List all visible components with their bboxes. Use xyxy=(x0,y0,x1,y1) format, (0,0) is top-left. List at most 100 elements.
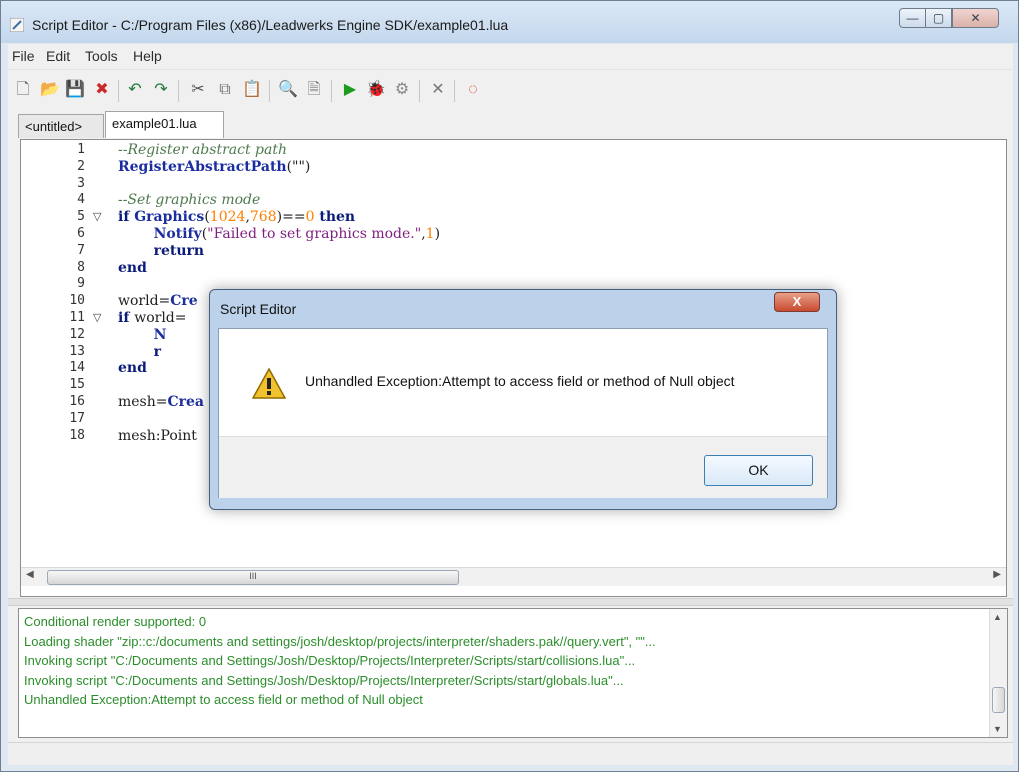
document-tabs: <untitled> example01.lua xyxy=(8,110,1013,139)
maximize-button[interactable]: ▢ xyxy=(925,8,952,28)
help-icon[interactable]: ◌ xyxy=(463,80,483,100)
close-tool-icon[interactable]: ✕ xyxy=(428,80,448,100)
line-number: 12 xyxy=(69,326,85,342)
cut-icon[interactable]: ✂ xyxy=(188,80,208,100)
scroll-up-icon[interactable]: ▲ xyxy=(993,612,1002,622)
code-token: "Failed to set graphics mode." xyxy=(207,226,422,242)
horizontal-scrollbar[interactable]: ◀ III ▶ xyxy=(21,567,1006,586)
code-token: return xyxy=(153,242,205,259)
panel-splitter[interactable] xyxy=(8,598,1013,606)
code-token: N xyxy=(153,326,167,343)
code-token: end xyxy=(118,360,147,377)
settings-icon[interactable]: ⚙ xyxy=(392,80,412,100)
menu-tools[interactable]: Tools xyxy=(85,48,118,64)
code-token: 1 xyxy=(425,226,435,242)
code-token: Crea xyxy=(167,394,205,410)
undo-icon[interactable]: ↶ xyxy=(125,80,145,100)
dialog-close-button[interactable]: X xyxy=(774,292,820,312)
save-icon[interactable]: 💾 xyxy=(65,80,85,100)
code-line: world=Cre xyxy=(118,293,198,309)
warning-icon xyxy=(252,367,286,399)
scroll-right-icon[interactable]: ▶ xyxy=(993,569,1001,580)
line-number: 3 xyxy=(77,175,85,191)
redo-icon[interactable]: ↷ xyxy=(151,80,171,100)
code-token: ) xyxy=(434,226,441,242)
code-token: end xyxy=(118,259,147,276)
line-number: 18 xyxy=(69,427,85,443)
minimize-button[interactable]: — xyxy=(899,8,926,28)
dialog-message: Unhandled Exception:Attempt to access fi… xyxy=(305,373,735,389)
code-line: --Set graphics mode xyxy=(118,192,260,208)
code-token: r xyxy=(153,343,161,360)
code-token: world= xyxy=(134,310,187,326)
maximize-icon: ▢ xyxy=(932,11,945,25)
code-token: mesh= xyxy=(118,394,168,410)
code-line: if Graphics(1024,768)==0 then xyxy=(118,209,355,225)
line-number: 5 xyxy=(77,209,85,225)
tab-label: <untitled> xyxy=(25,119,83,134)
fold-toggle-icon[interactable]: ▽ xyxy=(93,210,101,223)
error-dialog: Script Editor X Unhandled Exception:Atte… xyxy=(209,289,837,510)
line-number: 7 xyxy=(77,242,85,258)
dialog-title: Script Editor xyxy=(220,301,297,317)
run-icon[interactable]: ▶ xyxy=(340,80,360,100)
goto-icon[interactable]: 🗎 xyxy=(304,80,324,100)
scroll-down-icon[interactable]: ▼ xyxy=(993,724,1002,734)
debug-icon[interactable]: 🐞 xyxy=(366,80,386,100)
line-number: 2 xyxy=(77,158,85,174)
line-number: 8 xyxy=(77,259,85,275)
line-number: 4 xyxy=(77,192,85,208)
menu-edit[interactable]: Edit xyxy=(46,48,70,64)
vertical-scroll-thumb[interactable] xyxy=(992,687,1005,713)
close-window-button[interactable]: ✕ xyxy=(952,8,999,28)
copy-icon[interactable]: ⧉ xyxy=(215,80,235,100)
output-console[interactable]: Conditional render supported: 0 Loading s… xyxy=(18,608,1008,738)
vertical-scrollbar[interactable]: ▲ ▼ xyxy=(989,609,1007,737)
new-file-icon[interactable]: 🗋 xyxy=(13,80,33,100)
code-line: RegisterAbstractPath("") xyxy=(118,159,310,175)
code-token: RegisterAbstractPath xyxy=(118,158,287,175)
code-token: 768 xyxy=(249,209,277,226)
minimize-icon: — xyxy=(906,11,919,25)
scroll-left-icon[interactable]: ◀ xyxy=(26,569,34,580)
dialog-body: Unhandled Exception:Attempt to access fi… xyxy=(218,328,828,498)
code-token: mesh:Point xyxy=(118,427,197,444)
script-editor-app-icon xyxy=(10,18,24,32)
tab-example01[interactable]: example01.lua xyxy=(105,111,224,138)
horizontal-scroll-thumb[interactable]: III xyxy=(47,570,459,585)
window-title: Script Editor - C:/Program Files (x86)/L… xyxy=(32,17,509,33)
dialog-footer: OK xyxy=(219,436,827,498)
code-line: end xyxy=(118,260,147,276)
line-number: 9 xyxy=(77,276,85,292)
code-token: )== xyxy=(276,209,306,226)
menu-bar: File Edit Tools Help xyxy=(8,44,1013,70)
close-file-icon[interactable]: ✖ xyxy=(92,80,112,100)
toolbar-separator xyxy=(454,80,455,102)
code-line: end xyxy=(118,360,147,376)
console-line: Invoking script "C:/Documents and Settin… xyxy=(24,672,624,688)
code-line: Notify("Failed to set graphics mode.",1) xyxy=(118,226,440,242)
tab-untitled[interactable]: <untitled> xyxy=(18,114,104,138)
code-line: return xyxy=(118,243,204,259)
code-token: Graphics xyxy=(134,209,205,226)
line-number: 17 xyxy=(69,410,85,426)
ok-button[interactable]: OK xyxy=(704,455,813,486)
status-bar xyxy=(8,742,1013,765)
open-folder-icon[interactable]: 📂 xyxy=(40,80,60,100)
code-line: N xyxy=(118,326,167,343)
code-token: ("") xyxy=(286,158,311,175)
code-token: world= xyxy=(118,293,171,310)
menu-help[interactable]: Help xyxy=(133,48,162,64)
console-line: Conditional render supported: 0 xyxy=(24,614,207,629)
grip-icon: III xyxy=(249,571,257,581)
title-bar[interactable]: Script Editor - C:/Program Files (x86)/L… xyxy=(1,1,1018,43)
paste-icon[interactable]: 📋 xyxy=(242,80,262,100)
line-number: 14 xyxy=(69,360,85,376)
code-token: Cre xyxy=(170,293,198,310)
find-icon[interactable]: 🔍 xyxy=(278,80,298,100)
fold-toggle-icon[interactable]: ▽ xyxy=(93,311,101,324)
toolbar-separator xyxy=(269,80,270,102)
menu-file[interactable]: File xyxy=(12,48,35,64)
